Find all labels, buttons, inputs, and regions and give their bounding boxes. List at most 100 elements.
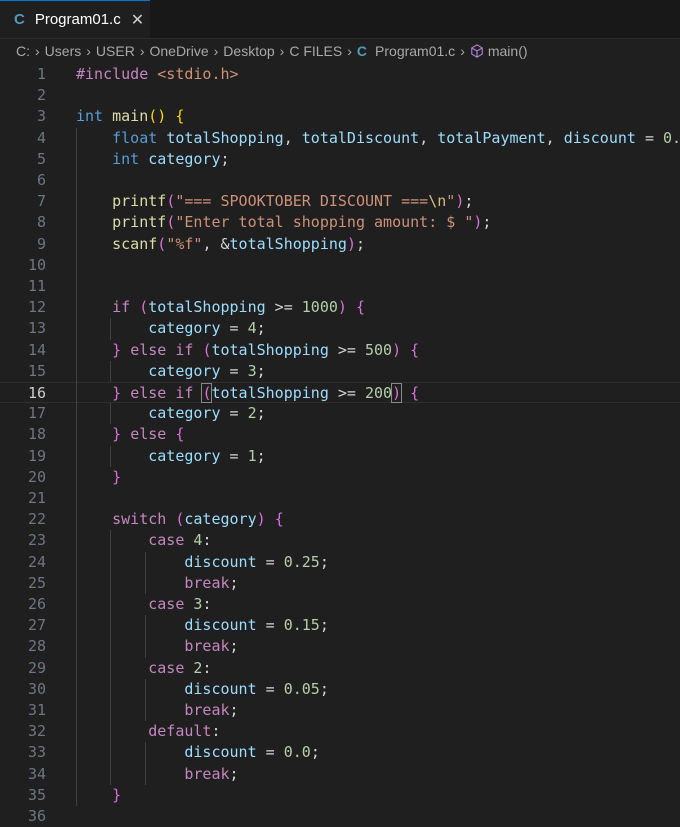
code-token: = — [256, 552, 284, 571]
code-token: , — [419, 128, 438, 147]
code-line[interactable]: 24 discount = 0.25; — [0, 552, 680, 573]
code-line[interactable]: 28 break; — [0, 636, 680, 657]
code-line[interactable]: 33 discount = 0.0; — [0, 742, 680, 763]
code-line[interactable]: 11 — [0, 276, 680, 297]
line-number: 19 — [27, 446, 46, 465]
code-line[interactable]: 1 #include <stdio.h> — [0, 64, 680, 85]
line-number: 21 — [27, 489, 46, 507]
code-line[interactable]: 27 discount = 0.15; — [0, 615, 680, 636]
chevron-right-icon: › — [460, 43, 465, 59]
code-token: else — [130, 340, 167, 359]
code-line[interactable]: 23 case 4: — [0, 530, 680, 551]
code-token: 200 — [365, 384, 393, 402]
code-line[interactable]: 8 printf("Enter total shopping amount: $… — [0, 212, 680, 233]
code-line[interactable]: 26 case 3: — [0, 594, 680, 615]
code-token: { — [355, 298, 365, 317]
line-code: printf("Enter total shopping amount: $ "… — [76, 212, 491, 233]
code-token: ) — [391, 383, 403, 403]
code-line[interactable]: 6 — [0, 170, 680, 191]
code-token: totalShopping — [229, 234, 347, 253]
code-line[interactable]: 3 int main() { — [0, 106, 680, 127]
line-number: 23 — [27, 531, 46, 550]
code-line[interactable]: 29 case 2: — [0, 658, 680, 679]
line-number: 22 — [27, 510, 46, 529]
code-editor[interactable]: 1 #include <stdio.h> 2 3 int main() {4 float… — [0, 62, 680, 825]
line-code: discount = 0.15; — [76, 615, 329, 636]
breadcrumb-drive[interactable]: C: — [16, 43, 30, 59]
code-line[interactable]: 15 category = 3; — [0, 361, 680, 382]
cube-icon — [471, 44, 483, 58]
code-line[interactable]: 18 } else { — [0, 424, 680, 445]
breadcrumb-symbol[interactable]: main() — [488, 43, 528, 59]
code-token: { — [175, 107, 185, 126]
code-token: #include — [76, 65, 149, 83]
code-token: else — [130, 384, 167, 402]
breadcrumb-file[interactable]: Program01.c — [375, 43, 455, 59]
line-number: 1 — [36, 65, 46, 83]
code-line[interactable]: 5 int category; — [0, 149, 680, 170]
code-line[interactable]: 36 — [0, 806, 680, 827]
breadcrumb-desktop[interactable]: Desktop — [223, 43, 274, 59]
line-code: case 2: — [76, 658, 211, 679]
code-line[interactable]: 20 } — [0, 467, 680, 488]
line-code: switch (category) { — [76, 509, 284, 530]
code-token: { — [410, 340, 420, 359]
code-line[interactable]: 22 switch (category) { — [0, 509, 680, 530]
tab-program01-c[interactable]: C Program01.c ✕ — [0, 0, 150, 38]
code-token: scanf — [112, 234, 158, 253]
code-token: } — [112, 467, 122, 486]
line-number: 9 — [36, 234, 46, 253]
code-line[interactable]: 7 printf("=== SPOOKTOBER DISCOUNT ===\n"… — [0, 191, 680, 212]
code-token: ; — [256, 404, 266, 423]
line-number: 30 — [27, 679, 46, 698]
code-line[interactable]: 25 break; — [0, 573, 680, 594]
line-number: 27 — [27, 616, 46, 635]
code-line[interactable]: 17 category = 2; — [0, 403, 680, 424]
line-code: discount = 0.05; — [76, 679, 329, 700]
code-line[interactable]: 21 — [0, 488, 680, 509]
line-number: 25 — [27, 573, 46, 592]
breadcrumb-onedrive[interactable]: OneDrive — [149, 43, 208, 59]
code-line[interactable]: 19 category = 1; — [0, 446, 680, 467]
code-line[interactable]: 13 category = 4; — [0, 318, 680, 339]
line-number: 16 — [27, 384, 46, 402]
line-code: discount = 0.25; — [76, 552, 329, 573]
code-token: } — [112, 425, 122, 444]
code-line[interactable]: 31 break; — [0, 700, 680, 721]
breadcrumb-user[interactable]: USER — [96, 43, 135, 59]
code-token: ( — [166, 192, 176, 211]
code-line[interactable]: 9 scanf("%f", &totalShopping); — [0, 234, 680, 255]
breadcrumb-users[interactable]: Users — [45, 43, 82, 59]
indent-guide — [144, 742, 146, 785]
code-line[interactable]: 14 } else if (totalShopping >= 500) { — [0, 340, 680, 361]
code-line[interactable]: 10 — [0, 255, 680, 276]
code-line[interactable]: 30 discount = 0.05; — [0, 679, 680, 700]
breadcrumb-c-files[interactable]: C FILES — [289, 43, 342, 59]
code-line[interactable]: 34 break; — [0, 764, 680, 785]
code-line[interactable]: 35 } — [0, 785, 680, 806]
code-line[interactable]: 32 default: — [0, 721, 680, 742]
code-line[interactable]: 2 — [0, 85, 680, 106]
code-token: ) — [392, 340, 402, 359]
code-line[interactable]: 16 } else if (totalShopping >= 200) { — [0, 382, 680, 403]
code-line[interactable]: 4 float totalShopping, totalDiscount, to… — [0, 128, 680, 149]
code-token: ; — [482, 213, 492, 232]
line-number: 32 — [27, 722, 46, 741]
chevron-right-icon: › — [86, 43, 91, 59]
line-code: } — [76, 785, 121, 806]
line-number: 5 — [36, 149, 46, 168]
code-line[interactable]: 12 if (totalShopping >= 1000) { — [0, 297, 680, 318]
close-icon[interactable]: ✕ — [131, 10, 144, 30]
